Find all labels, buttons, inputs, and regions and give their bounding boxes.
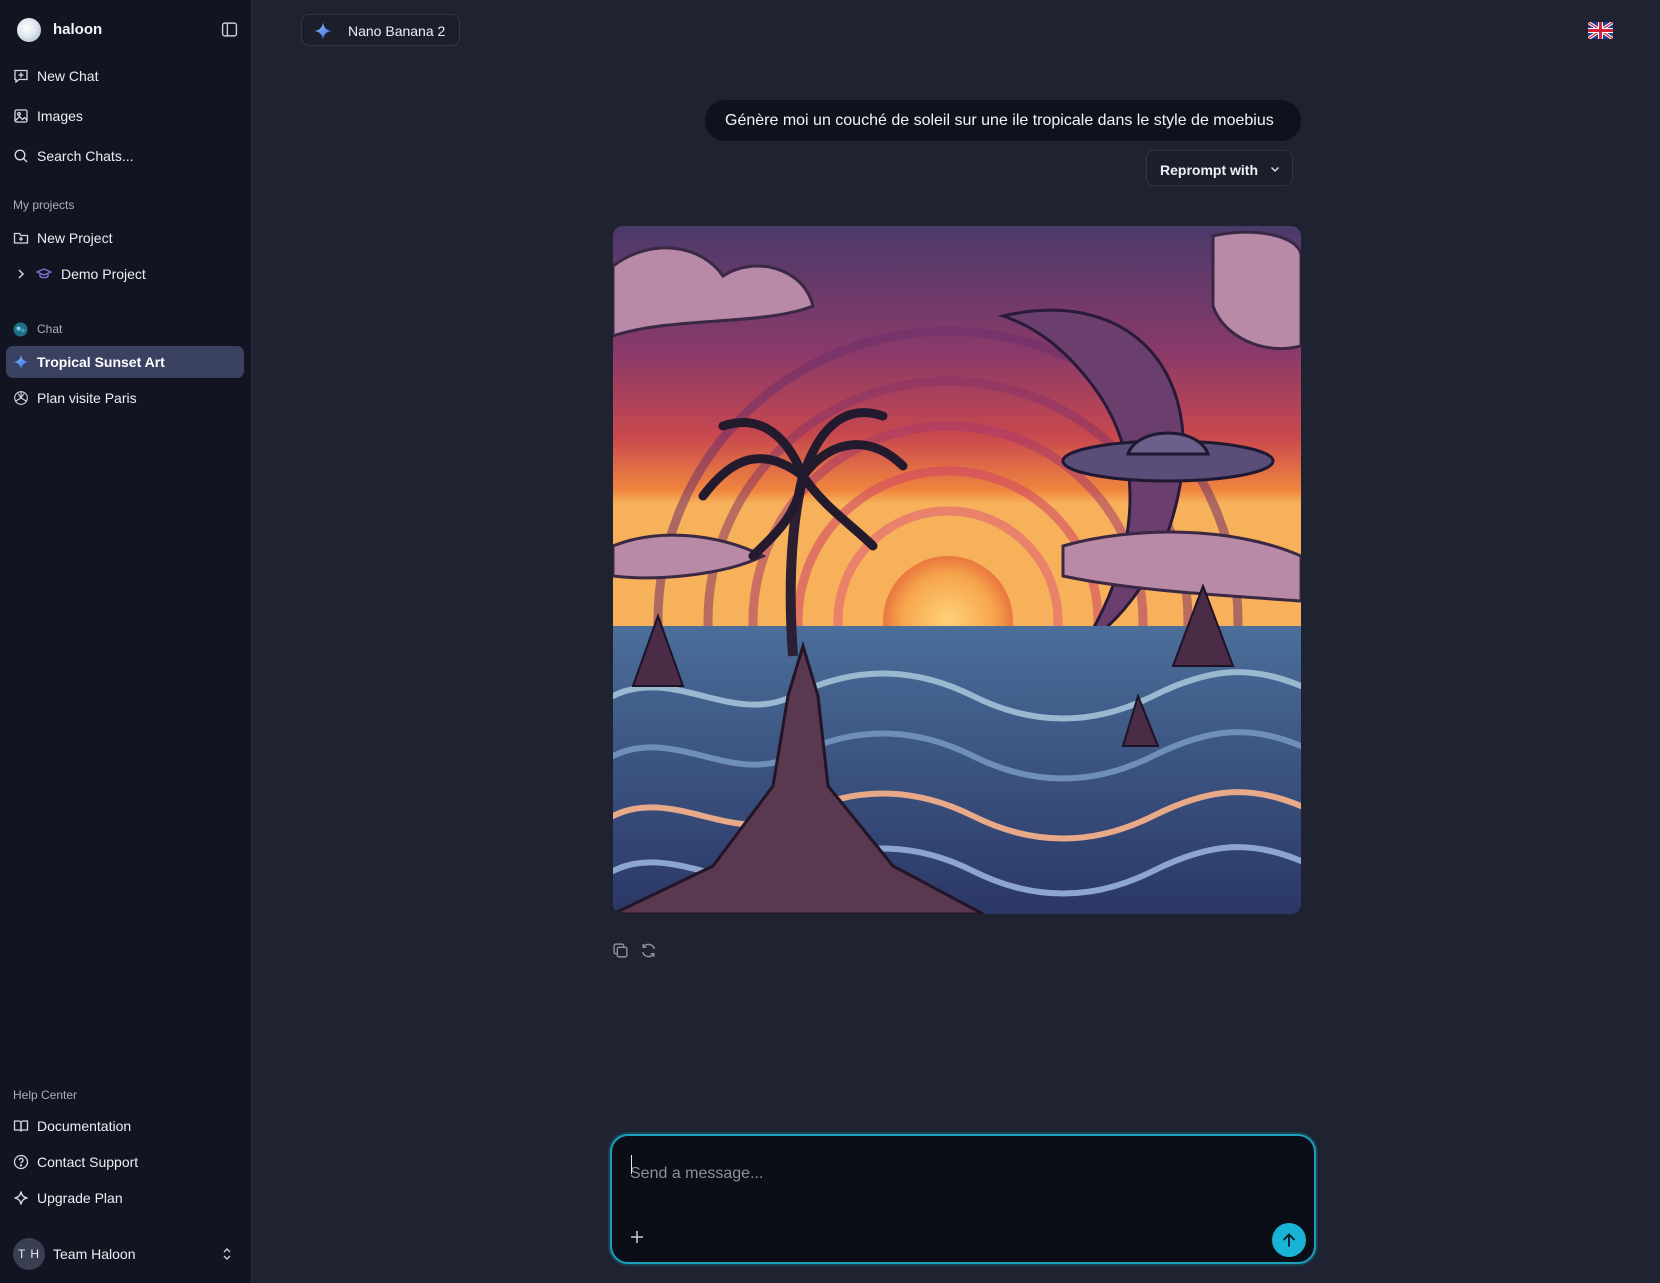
user-message-bubble: Génère moi un couché de soleil sur une i… (705, 100, 1301, 141)
graduation-cap-icon (36, 268, 52, 279)
message-composer (610, 1134, 1316, 1264)
user-menu[interactable]: T H Team Haloon (0, 1236, 252, 1276)
openai-icon (14, 391, 28, 405)
copy-icon[interactable] (612, 942, 629, 959)
avatar: T H (13, 1238, 45, 1270)
model-name: Nano Banana 2 (348, 23, 446, 39)
search-chats-button[interactable]: Search Chats... (6, 140, 244, 172)
project-label: Demo Project (61, 266, 146, 282)
generated-image-artwork (613, 226, 1301, 914)
new-chat-label: New Chat (37, 68, 99, 84)
generated-image[interactable] (613, 226, 1301, 914)
documentation-label: Documentation (37, 1118, 132, 1134)
images-nav-item[interactable]: Images (6, 100, 244, 132)
plus-icon[interactable] (628, 1228, 646, 1246)
text-caret (631, 1155, 632, 1174)
contact-support-link[interactable]: Contact Support (6, 1146, 244, 1178)
arrow-up-icon (1283, 1233, 1295, 1247)
user-message-text: Génère moi un couché de soleil sur une i… (725, 112, 1274, 129)
team-name: Team Haloon (53, 1246, 136, 1262)
new-chat-button[interactable]: New Chat (6, 60, 244, 92)
send-button[interactable] (1272, 1223, 1306, 1257)
reprompt-label: Reprompt with (1160, 162, 1258, 178)
workspace-header: haloon (0, 0, 252, 60)
sparkle-outline-icon (14, 1191, 28, 1205)
search-chats-label: Search Chats... (37, 148, 134, 164)
projects-section-label: My projects (13, 198, 75, 212)
upgrade-plan-label: Upgrade Plan (37, 1190, 123, 1206)
uk-flag-icon[interactable] (1588, 22, 1613, 39)
reprompt-with-button[interactable]: Reprompt with (1146, 150, 1293, 186)
chevron-right-icon[interactable] (13, 266, 29, 282)
model-selector-button[interactable]: Nano Banana 2 (301, 14, 460, 46)
regenerate-icon[interactable] (640, 942, 657, 959)
documentation-link[interactable]: Documentation (6, 1110, 244, 1142)
project-item-demo[interactable]: Demo Project (6, 258, 244, 290)
search-icon (14, 149, 28, 163)
chat-section-icon (13, 322, 28, 337)
sidebar: haloon New Chat Images Search Chats... M… (0, 0, 252, 1283)
sidebar-toggle-icon[interactable] (221, 21, 238, 38)
chat-section-label: Chat (37, 322, 63, 336)
chevron-up-down-icon (223, 1248, 231, 1260)
gemini-sparkle-icon (314, 22, 332, 40)
image-icon (14, 109, 28, 123)
help-circle-icon (13, 1154, 29, 1170)
workspace-logo[interactable] (17, 18, 41, 42)
new-project-label: New Project (37, 230, 113, 246)
chat-item-label: Plan visite Paris (37, 390, 137, 406)
chat-item-label: Tropical Sunset Art (37, 354, 165, 370)
images-label: Images (37, 108, 83, 124)
book-icon (13, 1120, 29, 1132)
new-chat-icon (14, 69, 28, 84)
folder-plus-icon (13, 232, 29, 244)
workspace-name[interactable]: haloon (53, 21, 102, 38)
upgrade-plan-link[interactable]: Upgrade Plan (6, 1182, 244, 1214)
chevron-down-icon (1270, 166, 1280, 173)
contact-support-label: Contact Support (37, 1154, 139, 1170)
sparkle-icon (13, 354, 29, 370)
chat-item-plan-visite-paris[interactable]: Plan visite Paris (6, 382, 244, 414)
new-project-button[interactable]: New Project (6, 222, 244, 254)
message-input[interactable] (630, 1154, 1290, 1194)
chat-item-tropical-sunset-art[interactable]: Tropical Sunset Art (6, 346, 244, 378)
help-section-label: Help Center (13, 1088, 78, 1102)
